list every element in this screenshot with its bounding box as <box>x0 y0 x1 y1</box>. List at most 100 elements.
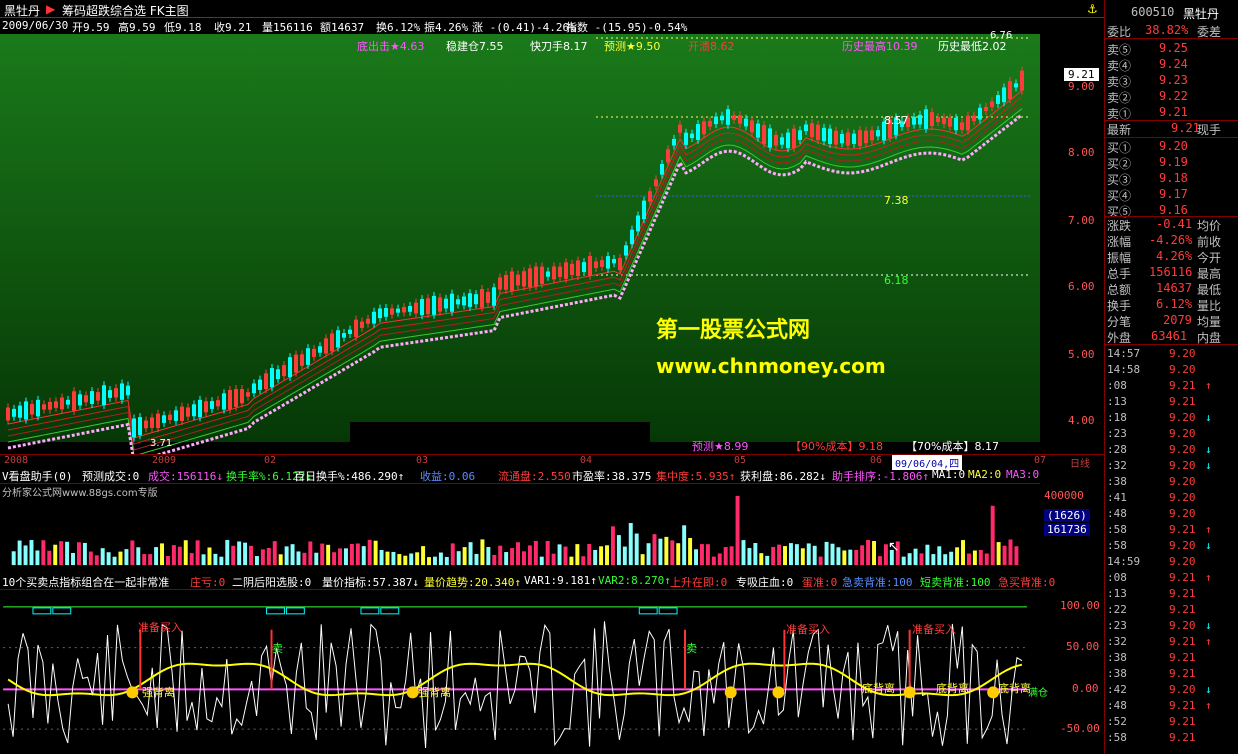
indicator-chart[interactable] <box>0 589 1040 754</box>
buy-level-price: 9.16 <box>1159 203 1188 217</box>
candle-body <box>366 318 370 324</box>
candle-body <box>744 118 748 127</box>
tick-row: :38 9.20 <box>1105 474 1238 490</box>
outer-inner-row: 外盘 63461 内盘 <box>1105 328 1238 345</box>
candle-body <box>108 390 112 398</box>
volume-bar <box>705 544 710 566</box>
sell-order-row[interactable]: 卖④ 9.24 <box>1105 56 1238 73</box>
candle-body <box>306 348 310 365</box>
candle-body <box>444 298 448 309</box>
tick-time: :41 <box>1107 491 1127 504</box>
vol-profit-disk: 获利盘:86.282↓ <box>740 470 826 483</box>
volume-bar <box>474 553 479 566</box>
candle-body <box>222 393 226 410</box>
candle-body <box>246 392 250 397</box>
tick-row: :32 9.21 ↑ <box>1105 634 1238 650</box>
volume-bar <box>207 547 212 566</box>
volume-bar <box>106 552 111 566</box>
candle-body <box>30 404 34 415</box>
tick-row: :38 9.21 <box>1105 650 1238 666</box>
vol-ma3: MA3:0 <box>1006 468 1040 481</box>
candle-body <box>654 179 658 187</box>
tick-price: 9.20 <box>1169 363 1196 376</box>
volume-bar <box>409 553 414 566</box>
ohlc-index: 指数 -(15.95)-0.54% <box>566 21 688 34</box>
tick-direction-icon: ↓ <box>1205 683 1212 696</box>
price-tick: 4.00 <box>1068 414 1095 427</box>
top-marker <box>266 607 285 615</box>
vol-ma2: MA2:0 <box>968 468 1002 481</box>
tick-row: :48 9.21 ↑ <box>1105 698 1238 714</box>
candle-body <box>462 296 466 306</box>
tick-time: :13 <box>1107 587 1127 600</box>
label-level-738: 7.38 <box>884 194 909 207</box>
candle-body <box>588 255 592 276</box>
volume-bar <box>82 542 87 566</box>
vol-value: 成交:156116↓ <box>148 470 223 483</box>
volume-bar <box>486 547 491 566</box>
buy-order-row[interactable]: 买④ 9.17 <box>1105 186 1238 203</box>
sell-order-row[interactable]: 卖② 9.22 <box>1105 88 1238 105</box>
watermark-url: www.chnmoney.com <box>656 354 886 378</box>
tab-arrow-icon[interactable]: ▶ <box>46 2 55 16</box>
tick-price: 9.21 <box>1169 523 1196 536</box>
volume-bar <box>569 556 574 566</box>
volume-tick: (1626) <box>1044 509 1090 522</box>
stat-row: 涨幅 -4.26% 前收 <box>1105 232 1238 249</box>
candle-body <box>372 311 376 324</box>
label-bottom-hit: 底出击★4.63 <box>357 40 425 53</box>
volume-bar <box>872 541 876 566</box>
candle-body <box>690 133 694 139</box>
buy-order-row[interactable]: 买① 9.20 <box>1105 138 1238 155</box>
candle-body <box>600 260 604 267</box>
tick-direction-icon: ↓ <box>1205 619 1212 632</box>
volume-bar <box>907 553 912 566</box>
volume-bar <box>41 540 46 566</box>
volume-panel-title[interactable]: V看盘助手(0) <box>2 468 73 484</box>
candle-body <box>150 417 154 428</box>
candle-body <box>762 125 766 145</box>
ind-rush-sell: 急卖背准:100 <box>842 576 913 589</box>
candle-body <box>420 299 424 316</box>
volume-bar <box>551 553 556 566</box>
price-tick: 8.00 <box>1068 146 1095 159</box>
tick-time: :08 <box>1107 571 1127 584</box>
indicator-panel-title[interactable]: 10个买卖点指标组合在一起非常准 <box>2 574 169 590</box>
volume-bar <box>723 547 728 566</box>
candle-body <box>966 115 970 131</box>
volume-bar <box>694 549 698 566</box>
volume-bar <box>866 539 871 566</box>
volume-bar <box>450 543 455 566</box>
ind-rush-buy: 急买背准:0 <box>998 576 1056 589</box>
volume-bar <box>682 525 687 566</box>
anchor-icon[interactable]: ⚓ <box>1087 2 1098 16</box>
main-price-chart[interactable] <box>0 34 1040 454</box>
volume-bar <box>177 546 182 566</box>
buy-order-row[interactable]: 买② 9.19 <box>1105 154 1238 171</box>
smiley-icon <box>903 686 916 699</box>
candle-body <box>414 302 418 314</box>
current-price-tag: 9.21 <box>1064 68 1099 81</box>
label-predict: 预测★9.50 <box>604 40 661 53</box>
tick-time: :58 <box>1107 731 1127 744</box>
sell-order-row[interactable]: 卖⑤ 9.25 <box>1105 40 1238 57</box>
chart-template-tab[interactable]: 筹码超跌综合选 FK主图 <box>62 2 189 19</box>
candle-body <box>948 117 952 127</box>
sell-order-row[interactable]: 卖③ 9.23 <box>1105 72 1238 89</box>
volume-bar <box>492 554 497 566</box>
tick-row: :48 9.20 <box>1105 506 1238 522</box>
candle-body <box>234 389 238 407</box>
volume-bar <box>854 550 859 566</box>
volume-bar <box>610 526 615 566</box>
ohlc-high: 高9.59 <box>118 21 156 34</box>
price-tick: 9.00 <box>1068 80 1095 93</box>
volume-bar <box>88 551 93 566</box>
buy-order-row[interactable]: 买③ 9.18 <box>1105 170 1238 187</box>
sell-order-row[interactable]: 卖① 9.21 <box>1105 104 1238 121</box>
tick-price: 9.20 <box>1169 347 1196 360</box>
tick-time: 14:58 <box>1107 363 1141 376</box>
volume-bar <box>931 554 936 566</box>
tick-direction-icon: ↑ <box>1205 379 1212 392</box>
volume-chart[interactable]: ↖ <box>0 483 1040 573</box>
volume-bar <box>254 556 259 566</box>
